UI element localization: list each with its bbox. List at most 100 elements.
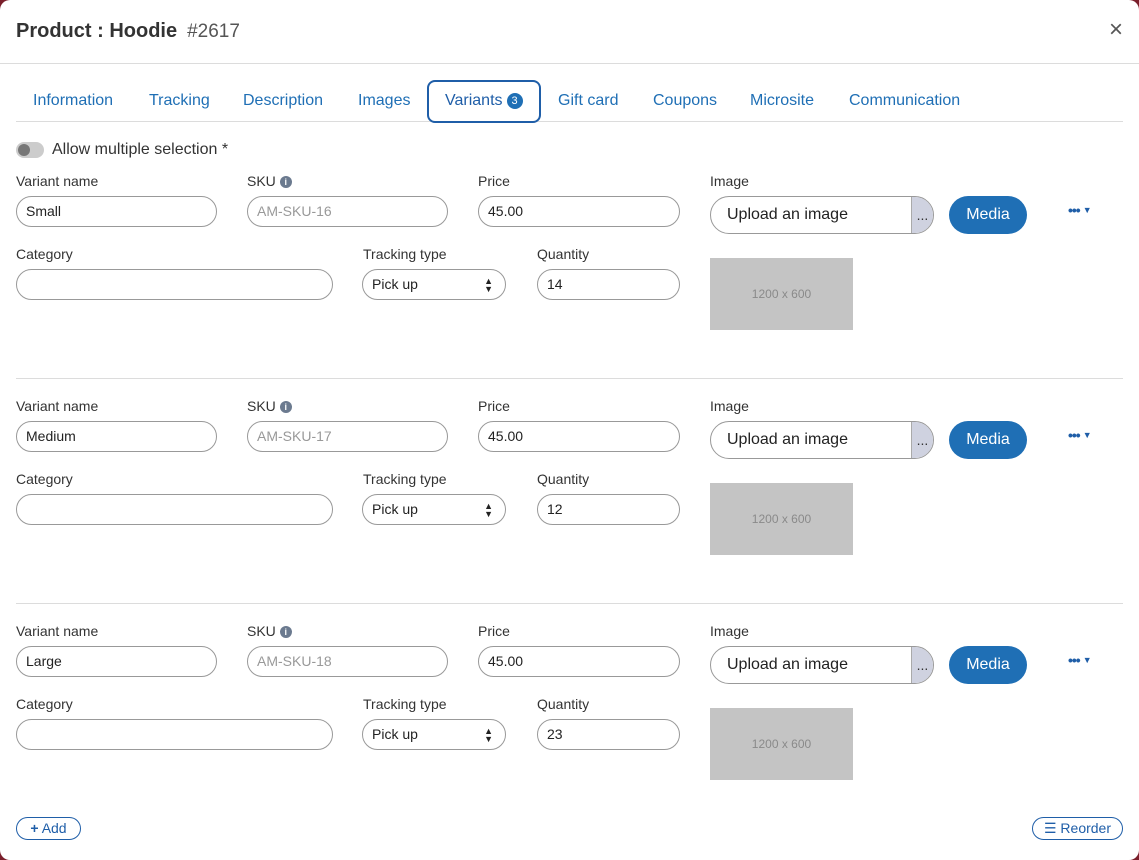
price-label: Price: [478, 623, 510, 639]
sku-field[interactable]: AM-SKU-17: [247, 421, 448, 452]
image-label: Image: [710, 173, 749, 189]
category-label: Category: [16, 696, 73, 712]
caret-down-icon: ▼: [1082, 655, 1092, 665]
variant-image-placeholder: 1200 x 600: [710, 483, 853, 555]
browse-button[interactable]: ...: [911, 197, 933, 233]
media-button[interactable]: Media: [949, 196, 1027, 234]
more-menu-button[interactable]: ••• ▼: [1068, 202, 1092, 218]
select-arrows-icon: ▲ ▼: [484, 501, 493, 519]
tracking-type-select[interactable]: Pick up ▲ ▼: [362, 494, 506, 525]
tab-information[interactable]: Information: [33, 80, 113, 122]
category-label: Category: [16, 246, 73, 262]
variant-image-placeholder: 1200 x 600: [710, 708, 853, 780]
category-label: Category: [16, 471, 73, 487]
variant-name-label: Variant name: [16, 623, 99, 639]
upload-image-field[interactable]: Upload an image...: [710, 646, 934, 684]
variant-name-field[interactable]: Medium: [16, 421, 217, 452]
more-icon: •••: [1068, 202, 1081, 218]
price-field[interactable]: 45.00: [478, 196, 680, 227]
more-menu-button[interactable]: ••• ▼: [1068, 427, 1092, 443]
tab-variants-label: Variants: [445, 92, 503, 109]
tracking-type-value: Pick up: [372, 726, 418, 742]
modal-header: Product : Hoodie #2617 ×: [0, 0, 1139, 64]
media-button[interactable]: Media: [949, 421, 1027, 459]
sku-field[interactable]: AM-SKU-16: [247, 196, 448, 227]
tab-gift-card[interactable]: Gift card: [558, 80, 618, 122]
variant-divider: [16, 378, 1123, 379]
variant-row: Variant name SKU i Price Image Medium AM-…: [0, 395, 1139, 620]
variant-row: Variant name SKU i Price Image Small AM-S…: [0, 170, 1139, 395]
sku-field[interactable]: AM-SKU-18: [247, 646, 448, 677]
category-field[interactable]: [16, 269, 333, 300]
quantity-field[interactable]: 23: [537, 719, 680, 750]
quantity-label: Quantity: [537, 471, 590, 487]
sku-label-text: SKU: [247, 173, 276, 189]
add-variant-button[interactable]: + Add: [16, 817, 81, 840]
upload-image-field[interactable]: Upload an image...: [710, 421, 934, 459]
browse-button[interactable]: ...: [911, 647, 933, 683]
variant-name-field[interactable]: Large: [16, 646, 217, 677]
tracking-type-label: Tracking type: [363, 471, 447, 487]
upload-label: Upload an image: [727, 431, 848, 448]
select-arrows-icon: ▲ ▼: [484, 726, 493, 744]
browse-button[interactable]: ...: [911, 422, 933, 458]
tracking-type-select[interactable]: Pick up ▲ ▼: [362, 719, 506, 750]
price-label: Price: [478, 398, 510, 414]
category-field[interactable]: [16, 494, 333, 525]
close-icon[interactable]: ×: [1109, 18, 1123, 42]
variant-row: Variant name SKU i Price Image Large AM-S…: [0, 620, 1139, 845]
upload-label: Upload an image: [727, 656, 848, 673]
variant-name-label: Variant name: [16, 173, 99, 189]
variant-name-label: Variant name: [16, 398, 99, 414]
sku-label: SKU i: [247, 623, 292, 639]
variants-count-badge: 3: [506, 92, 523, 109]
tracking-type-label: Tracking type: [363, 696, 447, 712]
upload-label: Upload an image: [727, 206, 848, 223]
image-label: Image: [710, 398, 749, 414]
quantity-field[interactable]: 14: [537, 269, 680, 300]
price-field[interactable]: 45.00: [478, 646, 680, 677]
tab-communication[interactable]: Communication: [849, 80, 960, 122]
sku-label: SKU i: [247, 398, 292, 414]
caret-down-icon: ▼: [1082, 430, 1092, 440]
tab-tracking[interactable]: Tracking: [149, 80, 210, 122]
sku-label-text: SKU: [247, 623, 276, 639]
reorder-label: Reorder: [1060, 820, 1112, 836]
plus-icon: +: [30, 820, 39, 836]
variant-name-field[interactable]: Small: [16, 196, 217, 227]
list-icon: ☰: [1043, 820, 1057, 836]
tab-description[interactable]: Description: [243, 80, 323, 122]
tracking-type-select[interactable]: Pick up ▲ ▼: [362, 269, 506, 300]
tracking-type-value: Pick up: [372, 276, 418, 292]
sku-label: SKU i: [247, 173, 292, 189]
more-icon: •••: [1068, 652, 1081, 668]
quantity-label: Quantity: [537, 246, 590, 262]
product-number: #2617: [187, 21, 240, 42]
price-label: Price: [478, 173, 510, 189]
price-field[interactable]: 45.00: [478, 421, 680, 452]
tracking-type-label: Tracking type: [363, 246, 447, 262]
allow-multiple-toggle[interactable]: [16, 142, 44, 158]
modal-title: Product : Hoodie #2617: [16, 20, 240, 43]
media-button[interactable]: Media: [949, 646, 1027, 684]
info-icon: i: [279, 401, 292, 414]
tab-microsite[interactable]: Microsite: [750, 80, 814, 122]
upload-image-field[interactable]: Upload an image...: [710, 196, 934, 234]
product-modal: Product : Hoodie #2617 × Information Trac…: [0, 0, 1139, 860]
toggle-knob: [18, 144, 30, 156]
category-field[interactable]: [16, 719, 333, 750]
tab-coupons[interactable]: Coupons: [653, 80, 717, 122]
info-icon: i: [279, 626, 292, 639]
tab-bar: Information Tracking Description Images …: [16, 80, 1123, 123]
more-menu-button[interactable]: ••• ▼: [1068, 652, 1092, 668]
info-icon: i: [279, 176, 292, 189]
quantity-field[interactable]: 12: [537, 494, 680, 525]
caret-down-icon: ▼: [1082, 205, 1092, 215]
tab-images[interactable]: Images: [358, 80, 410, 122]
reorder-button[interactable]: ☰ Reorder: [1032, 817, 1123, 840]
quantity-label: Quantity: [537, 696, 590, 712]
product-title: Product : Hoodie: [16, 20, 178, 42]
more-icon: •••: [1068, 427, 1081, 443]
select-arrows-icon: ▲ ▼: [484, 276, 493, 294]
tab-variants[interactable]: Variants 3: [427, 80, 541, 123]
